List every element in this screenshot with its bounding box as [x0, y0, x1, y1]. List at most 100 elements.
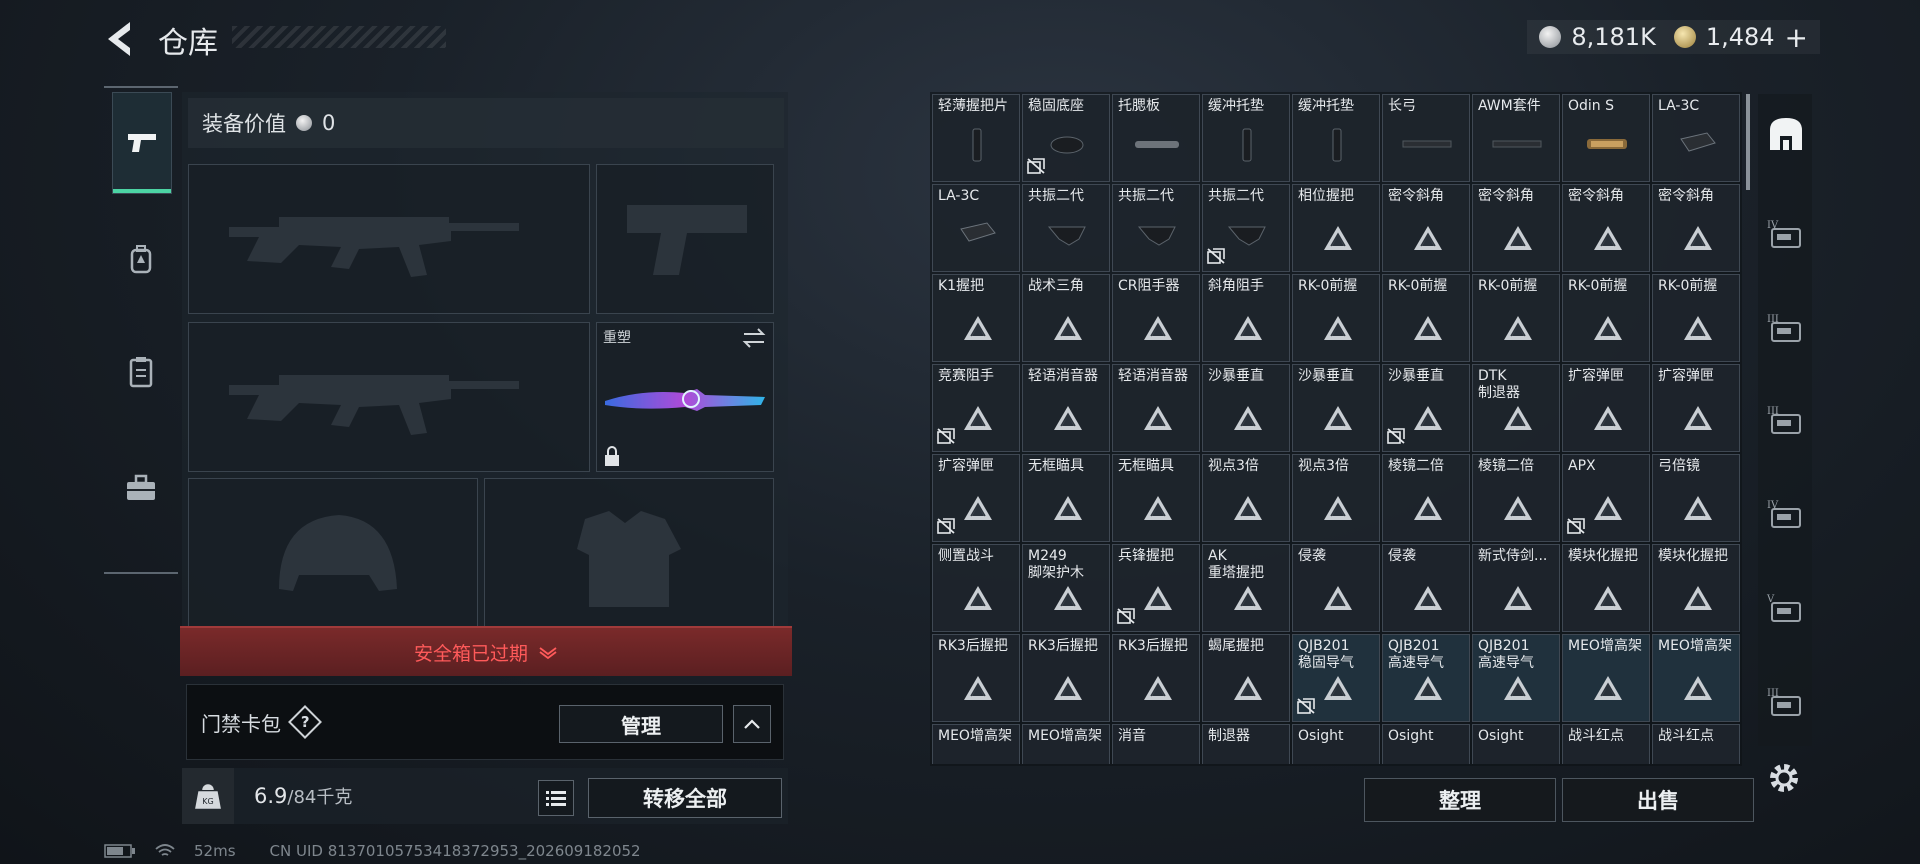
helmet-slot[interactable] — [188, 478, 478, 628]
melee-slot[interactable]: 重塑 — [596, 322, 774, 472]
storage-item-cell[interactable]: CR阻手器 — [1112, 274, 1200, 362]
storage-item-cell[interactable]: MEO增高架 — [1022, 724, 1110, 764]
storage-item-cell[interactable]: 新式侍剑... — [1472, 544, 1560, 632]
storage-item-cell[interactable]: 战术三角 — [1022, 274, 1110, 362]
sort-button[interactable]: 整理 — [1364, 778, 1556, 822]
storage-item-cell[interactable]: RK-0前握 — [1652, 274, 1740, 362]
storage-item-cell[interactable]: 沙暴垂直 — [1292, 364, 1380, 452]
storage-item-cell[interactable]: RK-0前握 — [1562, 274, 1650, 362]
storage-item-cell[interactable]: 制退器 — [1202, 724, 1290, 764]
storage-item-cell[interactable]: 扩容弹匣 — [1562, 364, 1650, 452]
storage-item-cell[interactable]: 棱镜二倍 — [1472, 454, 1560, 542]
storage-item-cell[interactable]: 竞赛阻手 — [932, 364, 1020, 452]
storage-item-cell[interactable]: RK3后握把 — [932, 634, 1020, 722]
storage-item-cell[interactable]: RK3后握把 — [1022, 634, 1110, 722]
tab-backpack[interactable] — [112, 210, 170, 310]
storage-item-cell[interactable]: Osight — [1292, 724, 1380, 764]
storage-item-cell[interactable]: QJB201 稳固导气 — [1292, 634, 1380, 722]
storage-item-cell[interactable]: 轻语消音器 — [1112, 364, 1200, 452]
storage-item-cell[interactable]: Osight — [1382, 724, 1470, 764]
safebox-expired-banner[interactable]: 安全箱已过期 — [180, 626, 792, 676]
secondary-weapon-slot[interactable] — [188, 322, 590, 472]
storage-item-cell[interactable]: M249 脚架护木 — [1022, 544, 1110, 632]
storage-tab-2[interactable]: IV — [1764, 214, 1808, 258]
storage-item-cell[interactable]: DTK 制退器 — [1472, 364, 1560, 452]
add-gold-button[interactable]: + — [1785, 21, 1808, 54]
storage-item-cell[interactable]: 密令斜角 — [1652, 184, 1740, 272]
storage-item-cell[interactable]: 轻薄握把片 — [932, 94, 1020, 182]
storage-item-cell[interactable]: 模块化握把 — [1562, 544, 1650, 632]
storage-item-cell[interactable]: 视点3倍 — [1202, 454, 1290, 542]
storage-item-cell[interactable]: 稳固底座 — [1022, 94, 1110, 182]
storage-item-cell[interactable]: 共振二代 — [1202, 184, 1290, 272]
storage-item-cell[interactable]: 沙暴垂直 — [1202, 364, 1290, 452]
storage-item-cell[interactable]: Osight — [1472, 724, 1560, 764]
storage-item-cell[interactable]: LA-3C — [932, 184, 1020, 272]
storage-item-cell[interactable]: 侵袭 — [1292, 544, 1380, 632]
storage-item-cell[interactable]: 密令斜角 — [1382, 184, 1470, 272]
sell-button[interactable]: 出售 — [1562, 778, 1754, 822]
list-view-button[interactable] — [538, 780, 574, 816]
transfer-all-button[interactable]: 转移全部 — [588, 778, 782, 818]
back-button[interactable] — [100, 18, 142, 60]
storage-item-cell[interactable]: 侧置战斗 — [932, 544, 1020, 632]
storage-item-cell[interactable]: 相位握把 — [1292, 184, 1380, 272]
storage-item-cell[interactable]: 共振二代 — [1022, 184, 1110, 272]
sidearm-slot[interactable] — [596, 164, 774, 314]
storage-item-cell[interactable]: 沙暴垂直 — [1382, 364, 1470, 452]
storage-item-cell[interactable]: APX — [1562, 454, 1650, 542]
storage-tab-5[interactable]: IV — [1764, 494, 1808, 538]
collapse-button[interactable] — [733, 705, 771, 743]
storage-item-cell[interactable]: QJB201 高速导气 — [1472, 634, 1560, 722]
storage-item-cell[interactable]: 无框瞄具 — [1112, 454, 1200, 542]
storage-item-cell[interactable]: 弓倍镜 — [1652, 454, 1740, 542]
storage-item-cell[interactable]: 战斗红点 — [1562, 724, 1650, 764]
help-icon[interactable]: ? — [288, 705, 322, 739]
primary-weapon-slot[interactable] — [188, 164, 590, 314]
storage-tab-4[interactable]: III — [1764, 400, 1808, 444]
storage-item-cell[interactable]: MEO增高架 — [1562, 634, 1650, 722]
storage-item-cell[interactable]: K1握把 — [932, 274, 1020, 362]
storage-item-cell[interactable]: RK3后握把 — [1112, 634, 1200, 722]
settings-button[interactable] — [1764, 758, 1804, 802]
storage-item-cell[interactable]: RK-0前握 — [1292, 274, 1380, 362]
storage-item-cell[interactable]: AK 重塔握把 — [1202, 544, 1290, 632]
armor-slot[interactable] — [484, 478, 774, 628]
storage-item-cell[interactable]: 密令斜角 — [1562, 184, 1650, 272]
manage-button[interactable]: 管理 — [559, 705, 723, 743]
storage-item-cell[interactable]: MEO增高架 — [932, 724, 1020, 764]
storage-item-cell[interactable]: QJB201 高速导气 — [1382, 634, 1470, 722]
storage-item-cell[interactable]: RK-0前握 — [1382, 274, 1470, 362]
storage-item-cell[interactable]: 扩容弹匣 — [932, 454, 1020, 542]
storage-item-cell[interactable]: 缓冲托垫 — [1202, 94, 1290, 182]
storage-item-cell[interactable]: 轻语消音器 — [1022, 364, 1110, 452]
storage-item-cell[interactable]: 密令斜角 — [1472, 184, 1560, 272]
storage-item-cell[interactable]: 侵袭 — [1382, 544, 1470, 632]
tab-weapons[interactable] — [112, 92, 172, 194]
storage-item-cell[interactable]: 共振二代 — [1112, 184, 1200, 272]
grid-scrollbar[interactable] — [1746, 94, 1750, 190]
storage-item-cell[interactable]: RK-0前握 — [1472, 274, 1560, 362]
storage-tab-3[interactable]: III — [1764, 308, 1808, 352]
storage-item-cell[interactable]: 模块化握把 — [1652, 544, 1740, 632]
storage-item-cell[interactable]: 长弓 — [1382, 94, 1470, 182]
storage-item-cell[interactable]: 缓冲托垫 — [1292, 94, 1380, 182]
tab-toolbox[interactable] — [112, 438, 170, 538]
storage-item-cell[interactable]: 兵锋握把 — [1112, 544, 1200, 632]
storage-tab-6[interactable]: V — [1764, 588, 1808, 632]
storage-item-cell[interactable]: 蝎尾握把 — [1202, 634, 1290, 722]
storage-item-cell[interactable]: Odin S — [1562, 94, 1650, 182]
storage-item-cell[interactable]: MEO增高架 — [1652, 634, 1740, 722]
storage-item-cell[interactable]: 战斗红点 — [1652, 724, 1740, 764]
storage-item-cell[interactable]: 视点3倍 — [1292, 454, 1380, 542]
storage-item-cell[interactable]: 托腮板 — [1112, 94, 1200, 182]
tab-vest[interactable] — [112, 322, 170, 422]
storage-item-cell[interactable]: 扩容弹匣 — [1652, 364, 1740, 452]
swap-arrows-icon[interactable] — [741, 327, 767, 349]
storage-item-cell[interactable]: 斜角阻手 — [1202, 274, 1290, 362]
storage-tab-1[interactable] — [1764, 114, 1808, 158]
storage-item-cell[interactable]: 棱镜二倍 — [1382, 454, 1470, 542]
storage-item-cell[interactable]: 无框瞄具 — [1022, 454, 1110, 542]
storage-tab-7[interactable]: III — [1764, 682, 1808, 726]
storage-item-cell[interactable]: 消音 — [1112, 724, 1200, 764]
